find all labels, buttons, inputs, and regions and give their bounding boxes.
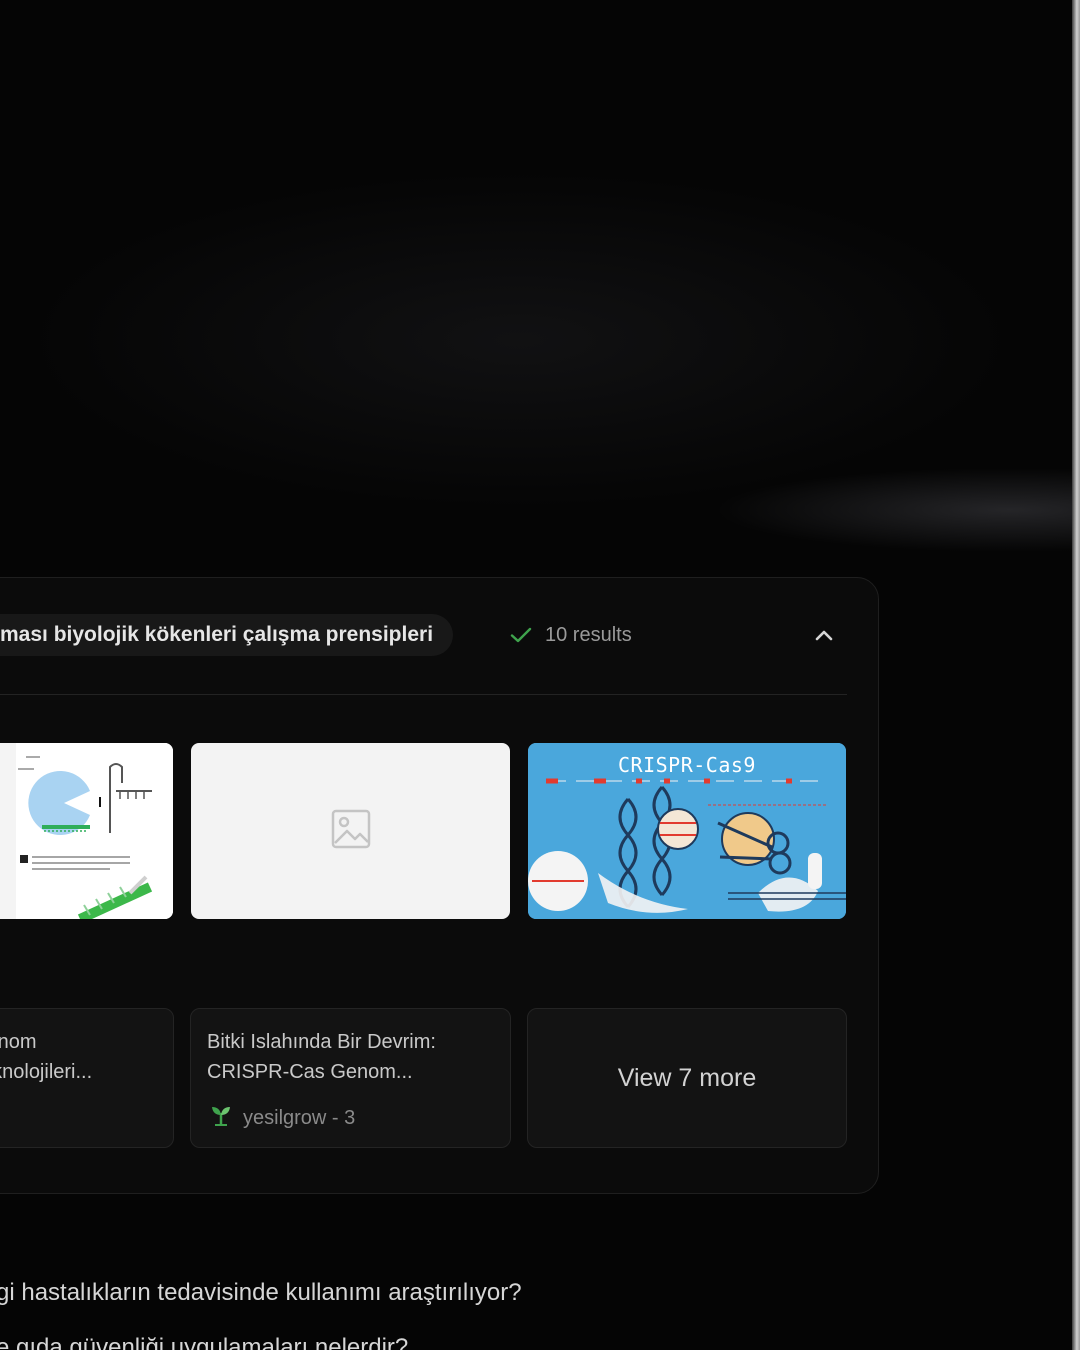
search-query-pill: ması biyolojik kökenleri çalışma prensip… [0, 614, 454, 656]
image-placeholder-icon [331, 809, 371, 854]
source-name: yesilgrow - 3 [243, 1106, 356, 1129]
view-more-button[interactable]: View 7 more [527, 1008, 847, 1148]
image-thumbnail-2[interactable] [191, 743, 510, 919]
sprout-icon [209, 1103, 233, 1133]
source-card-source: yesilgrow - 3 [209, 1103, 355, 1133]
image-thumbnail-1[interactable] [0, 743, 173, 919]
results-status: 10 results [509, 620, 632, 650]
image-thumbnail-3[interactable]: CRISPR-Cas9 [528, 743, 846, 919]
source-card-title: Bitki Islahında Bir Devrim: CRISPR-Cas G… [207, 1031, 436, 1083]
results-count: 10 results [545, 623, 632, 646]
check-icon [509, 623, 533, 647]
related-question-1[interactable]: gi hastalıkların tedavisinde kullanımı a… [0, 1279, 522, 1307]
search-query-text: ması biyolojik kökenleri çalışma prensip… [0, 623, 434, 646]
source-card-title: Genom Teknolojileri... [0, 1031, 93, 1083]
source-card-2[interactable]: Bitki Islahında Bir Devrim: CRISPR-Cas G… [190, 1008, 511, 1148]
panel-divider [0, 694, 847, 695]
related-question-2[interactable]: e gıda güvenliği uygulamaları nelerdir? [0, 1334, 408, 1350]
crispr-diagram-illustration [0, 743, 173, 919]
view-more-label: View 7 more [617, 1063, 757, 1092]
chevron-up-icon[interactable] [812, 624, 836, 648]
window-edge [1072, 0, 1080, 1350]
crispr-cas9-title: CRISPR-Cas9 [618, 753, 756, 777]
source-card-1[interactable]: Genom Teknolojileri... [0, 1008, 174, 1148]
